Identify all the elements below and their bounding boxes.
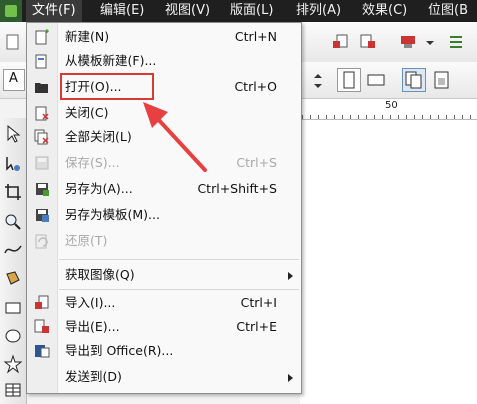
annotation-arrow-icon [143,102,207,172]
